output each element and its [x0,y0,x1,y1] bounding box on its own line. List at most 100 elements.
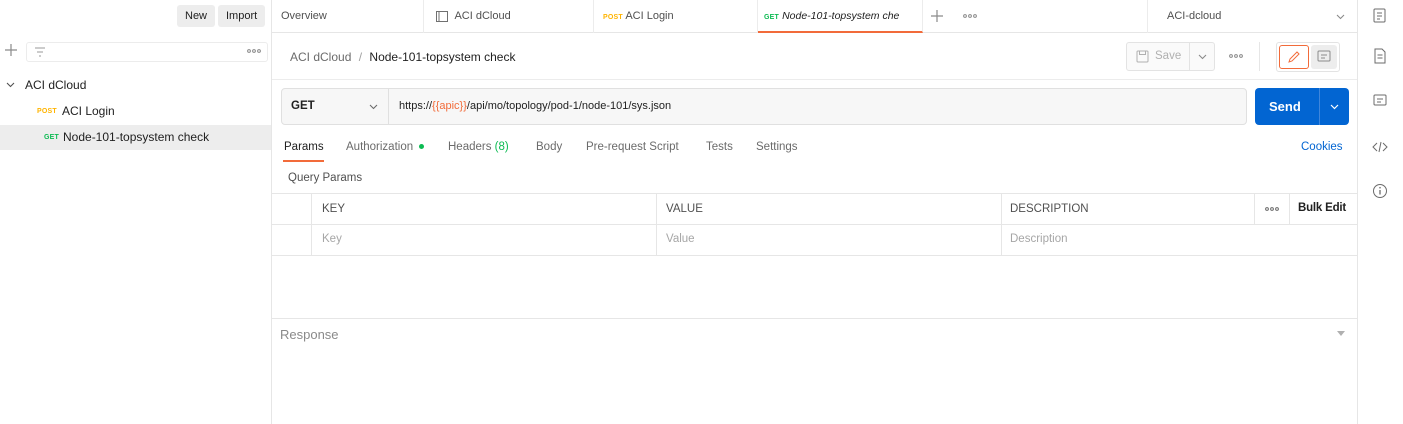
active-tab-indicator [283,160,324,162]
url-path: /api/mo/topology/pod-1/node-101/sys.json [466,100,672,112]
tab-node-101[interactable]: GET Node-101-topsystem che [758,0,923,33]
tab-overview[interactable]: Overview [272,0,424,33]
more-options-icon[interactable] [247,48,261,54]
sidebar: New Import ACI dCloud POST ACI Login GET… [0,0,272,424]
bulk-edit-button[interactable]: Bulk Edit [1298,202,1346,214]
tab-body[interactable]: Body [536,141,562,153]
send-button[interactable]: Send [1255,88,1319,125]
tab-label: Params [284,141,324,153]
save-options-button[interactable] [1189,43,1215,70]
section-title: Query Params [288,172,363,184]
cookies-link[interactable]: Cookies [1301,141,1343,153]
status-dot [419,144,425,150]
url-prefix: https:// [399,100,433,112]
table-border [1254,193,1255,224]
edit-mode-button[interactable] [1279,45,1309,69]
response-label: Response [280,327,339,342]
environment-quick-look-icon[interactable] [1371,7,1389,25]
save-button-group: Save [1126,42,1215,71]
table-border [272,193,1357,194]
comments-icon[interactable] [1371,92,1389,110]
table-border [1001,193,1002,255]
right-rail [1357,0,1403,424]
chevron-down-icon [1330,104,1339,110]
table-border [272,224,1357,225]
info-icon[interactable] [1371,182,1389,200]
key-input[interactable]: Key [322,233,342,245]
import-button[interactable]: Import [218,5,266,27]
send-button-group: Send [1255,88,1349,125]
cookies-label: Cookies [1301,141,1343,153]
send-options-button[interactable] [1319,88,1349,125]
tab-aci-login[interactable]: POST ACI Login [594,0,758,33]
divider [272,79,1357,80]
tab-tests[interactable]: Tests [706,141,733,153]
column-header-key: KEY [322,203,346,215]
tab-params[interactable]: Params [284,141,324,153]
table-border [656,193,657,255]
breadcrumb: ACI dCloud / Node-101-topsystem check [290,50,515,64]
headers-count: (8) [494,141,509,153]
description-input[interactable]: Description [1010,233,1068,245]
tab-pre-request-script[interactable]: Pre-request Script [586,141,679,153]
table-more-icon[interactable] [1265,206,1279,212]
table-border [272,255,1357,256]
request-item-aci-login[interactable]: POST ACI Login [0,99,271,124]
tabs-more-icon[interactable] [963,13,977,19]
collection-item[interactable]: ACI dCloud [0,73,271,98]
method-badge: GET [44,134,59,141]
tab-authorization[interactable]: Authorization [346,141,425,153]
method-label: GET [291,100,315,112]
send-label: Send [1269,99,1301,114]
tab-headers[interactable]: Headers (8) [448,141,509,153]
collection-name: ACI dCloud [25,78,87,92]
documentation-icon[interactable] [1371,47,1389,65]
new-button[interactable]: New [177,5,216,27]
caret-down-icon[interactable] [1337,331,1345,336]
method-badge: GET [764,14,779,21]
tab-settings[interactable]: Settings [756,141,798,153]
environment-label: ACI-dcloud [1167,10,1222,22]
request-more-icon[interactable] [1229,53,1243,59]
code-icon[interactable] [1371,138,1389,156]
tab-collection[interactable]: ACI dCloud [424,0,594,33]
save-label: Save [1155,50,1182,62]
page-title: Node-101-topsystem check [369,50,516,64]
chevron-down-icon [6,82,15,88]
tab-label: Headers [448,141,492,153]
chevron-down-icon [1336,14,1345,20]
save-button[interactable]: Save [1127,43,1189,70]
chevron-down-icon [1198,54,1207,60]
chevron-down-icon [369,104,378,110]
tab-label: Settings [756,141,798,153]
method-badge: POST [603,14,623,21]
request-name: Node-101-topsystem check [63,130,210,144]
filter-icon [34,46,46,58]
divider [1259,42,1260,71]
tab-label: Overview [281,10,327,22]
pencil-icon [1287,50,1301,64]
comment-mode-button[interactable] [1311,45,1337,69]
breadcrumb-separator: / [358,50,363,64]
request-item-node-101[interactable]: GET Node-101-topsystem check [0,125,271,150]
tab-label: ACI dCloud [454,10,511,22]
new-tab-icon[interactable] [930,9,944,23]
tab-label: ACI Login [625,10,674,22]
add-icon[interactable] [4,43,18,57]
table-border [1289,193,1290,224]
tab-label: Node-101-topsystem che [782,10,900,22]
tab-label: Pre-request Script [586,141,679,153]
url-variable: {{apic}} [432,100,467,112]
method-select[interactable]: GET [282,89,389,124]
comment-icon [1317,50,1331,63]
tab-label: Body [536,141,563,153]
environment-select[interactable]: ACI-dcloud [1147,0,1357,33]
column-header-description: DESCRIPTION [1010,203,1089,215]
value-input[interactable]: Value [666,233,695,245]
url-bar: GET https://{{apic}}/api/mo/topology/pod… [281,88,1247,125]
tab-label: Authorization [346,141,414,153]
method-badge: POST [37,108,57,115]
breadcrumb-parent[interactable]: ACI dCloud [290,50,351,64]
url-input[interactable]: https://{{apic}}/api/mo/topology/pod-1/n… [399,100,671,112]
sidebar-search-input[interactable] [26,42,268,62]
